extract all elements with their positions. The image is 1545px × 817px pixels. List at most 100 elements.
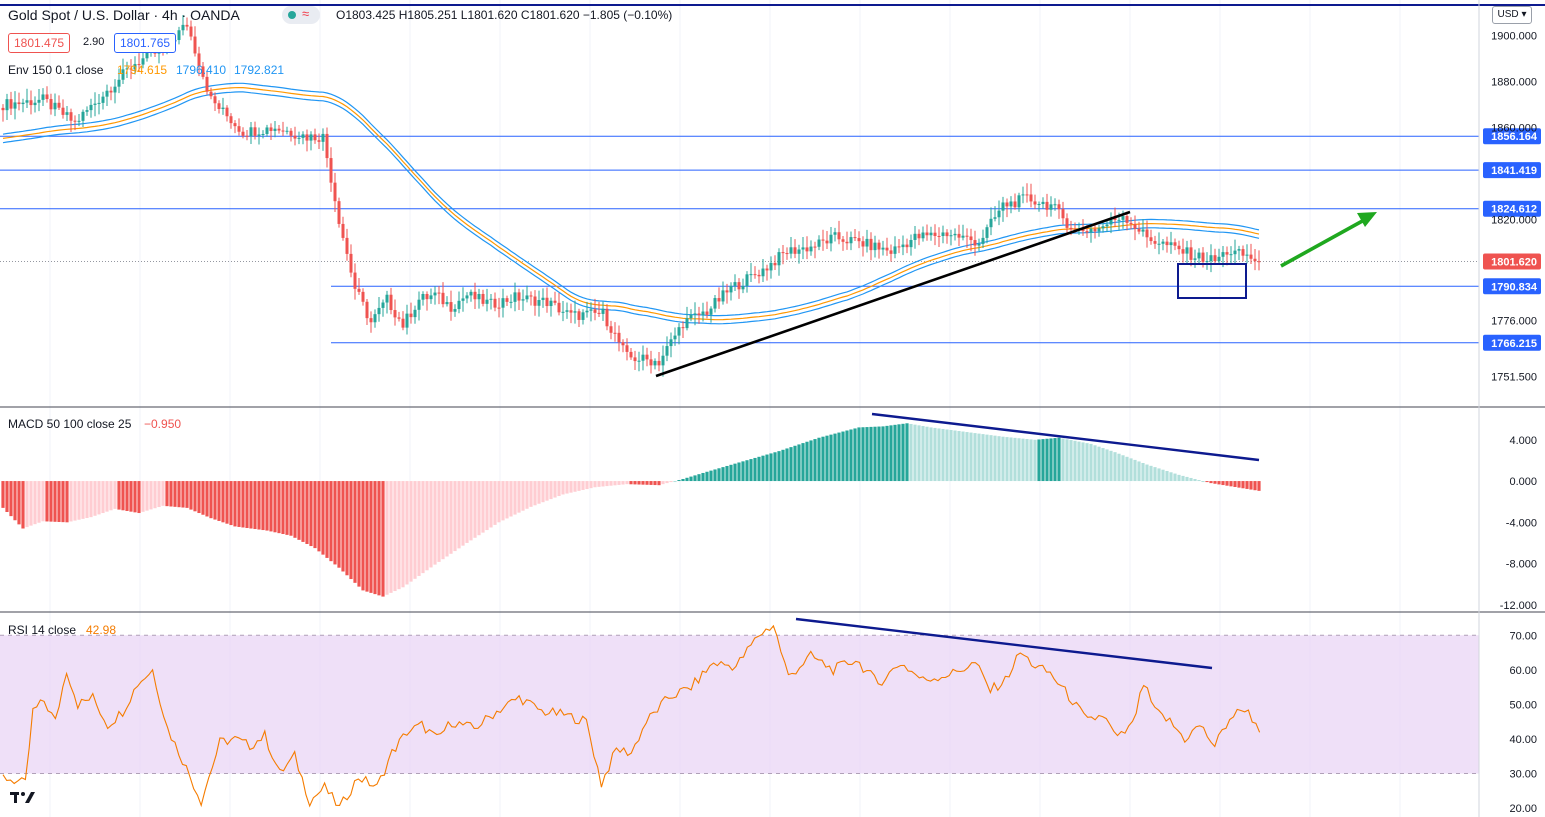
macd-bar[interactable] bbox=[105, 481, 109, 512]
macd-bar[interactable] bbox=[121, 481, 125, 511]
macd-bar[interactable] bbox=[545, 481, 549, 501]
macd-bar[interactable] bbox=[897, 424, 901, 482]
macd-bar[interactable] bbox=[1101, 448, 1105, 482]
macd-bar[interactable] bbox=[665, 481, 669, 484]
macd-bar[interactable] bbox=[305, 481, 309, 544]
macd-bar[interactable] bbox=[9, 481, 13, 517]
macd-bar[interactable] bbox=[725, 465, 729, 482]
macd-bar[interactable] bbox=[677, 480, 681, 482]
macd-bar[interactable] bbox=[1185, 476, 1189, 482]
macd-bar[interactable] bbox=[941, 428, 945, 482]
macd-bar[interactable] bbox=[1237, 481, 1241, 488]
macd-bar[interactable] bbox=[97, 481, 101, 515]
macd-bar[interactable] bbox=[277, 481, 281, 534]
macd-bar[interactable] bbox=[1113, 452, 1117, 482]
macd-bar[interactable] bbox=[1005, 437, 1009, 482]
macd-bar[interactable] bbox=[529, 481, 533, 507]
macd-bar[interactable] bbox=[409, 481, 413, 582]
macd-bar[interactable] bbox=[693, 475, 697, 482]
macd-bar[interactable] bbox=[769, 453, 773, 482]
macd-bar[interactable] bbox=[653, 481, 657, 486]
macd-bar[interactable] bbox=[233, 481, 237, 527]
macd-bar[interactable] bbox=[1161, 469, 1165, 482]
macd-bar[interactable] bbox=[57, 481, 61, 522]
macd-bar[interactable] bbox=[69, 481, 73, 522]
macd-bar[interactable] bbox=[637, 481, 641, 485]
macd-bar[interactable] bbox=[1193, 478, 1197, 482]
macd-bar[interactable] bbox=[181, 481, 185, 508]
macd-bar[interactable] bbox=[25, 481, 29, 528]
macd-bar[interactable] bbox=[625, 481, 629, 485]
macd-bar[interactable] bbox=[557, 481, 561, 497]
macd-bar[interactable] bbox=[405, 481, 409, 585]
macd-bar[interactable] bbox=[505, 481, 509, 519]
macd-bar[interactable] bbox=[77, 481, 81, 520]
macd-bar[interactable] bbox=[501, 481, 505, 521]
macd-bar[interactable] bbox=[61, 481, 65, 523]
macd-bar[interactable] bbox=[261, 481, 265, 531]
macd-bar[interactable] bbox=[1169, 472, 1173, 482]
macd-bar[interactable] bbox=[1213, 481, 1217, 484]
macd-bar[interactable] bbox=[641, 481, 645, 485]
macd-bar[interactable] bbox=[713, 469, 717, 482]
macd-bar[interactable] bbox=[613, 481, 617, 486]
macd-bar[interactable] bbox=[741, 461, 745, 482]
macd-bar[interactable] bbox=[837, 432, 841, 482]
macd-bar[interactable] bbox=[389, 481, 393, 593]
macd-bar[interactable] bbox=[569, 481, 573, 493]
macd-bar[interactable] bbox=[1133, 459, 1137, 482]
level-price-tag[interactable]: 1841.419 bbox=[1483, 162, 1541, 179]
macd-bar[interactable] bbox=[37, 481, 41, 523]
level-price-tag[interactable]: 1790.834 bbox=[1483, 278, 1541, 295]
macd-bar[interactable] bbox=[477, 481, 481, 536]
macd-bar[interactable] bbox=[961, 431, 965, 482]
macd-bar[interactable] bbox=[413, 481, 417, 579]
macd-bar[interactable] bbox=[1105, 449, 1109, 482]
macd-bar[interactable] bbox=[5, 481, 9, 512]
macd-bar[interactable] bbox=[845, 430, 849, 482]
macd-bar[interactable] bbox=[989, 435, 993, 482]
macd-bar[interactable] bbox=[861, 427, 865, 482]
macd-bar[interactable] bbox=[521, 481, 525, 511]
macd-bar[interactable] bbox=[1109, 450, 1113, 482]
macd-bar[interactable] bbox=[485, 481, 489, 531]
macd-bar[interactable] bbox=[457, 481, 461, 549]
macd-bar[interactable] bbox=[537, 481, 541, 504]
macd-bar[interactable] bbox=[601, 481, 605, 487]
macd-bar[interactable] bbox=[1165, 470, 1169, 482]
macd-bar[interactable] bbox=[245, 481, 249, 528]
macd-bar[interactable] bbox=[937, 428, 941, 482]
macd-bar[interactable] bbox=[905, 423, 909, 482]
macd-bar[interactable] bbox=[1189, 477, 1193, 482]
macd-bar[interactable] bbox=[669, 481, 673, 483]
macd-bar[interactable] bbox=[765, 454, 769, 482]
macd-bar[interactable] bbox=[749, 459, 753, 482]
macd-bar[interactable] bbox=[949, 429, 953, 482]
macd-bar[interactable] bbox=[197, 481, 201, 514]
macd-bar[interactable] bbox=[1253, 481, 1257, 491]
macd-bar[interactable] bbox=[437, 481, 441, 562]
macd-bar[interactable] bbox=[929, 427, 933, 482]
macd-bar[interactable] bbox=[441, 481, 445, 560]
macd-bar[interactable] bbox=[381, 481, 385, 597]
candle[interactable] bbox=[337, 197, 341, 228]
macd-bar[interactable] bbox=[857, 427, 861, 482]
macd-bar[interactable] bbox=[745, 460, 749, 482]
macd-bar[interactable] bbox=[933, 427, 937, 482]
macd-bar[interactable] bbox=[1209, 481, 1213, 484]
macd-bar[interactable] bbox=[809, 440, 813, 482]
macd-bar[interactable] bbox=[1053, 438, 1057, 482]
bid-price[interactable]: 1801.475 bbox=[8, 33, 71, 53]
macd-bar[interactable] bbox=[1021, 438, 1025, 482]
macd-bar[interactable] bbox=[29, 481, 33, 526]
chart-type-dots[interactable]: ≈ bbox=[282, 6, 320, 24]
macd-bar[interactable] bbox=[789, 447, 793, 482]
macd-bar[interactable] bbox=[241, 481, 245, 528]
macd-bar[interactable] bbox=[801, 443, 805, 482]
macd-bar[interactable] bbox=[893, 424, 897, 482]
macd-bar[interactable] bbox=[913, 424, 917, 482]
macd-bar[interactable] bbox=[221, 481, 225, 523]
macd-bar[interactable] bbox=[81, 481, 85, 519]
macd-bar[interactable] bbox=[125, 481, 129, 511]
macd-bar[interactable] bbox=[1089, 443, 1093, 482]
